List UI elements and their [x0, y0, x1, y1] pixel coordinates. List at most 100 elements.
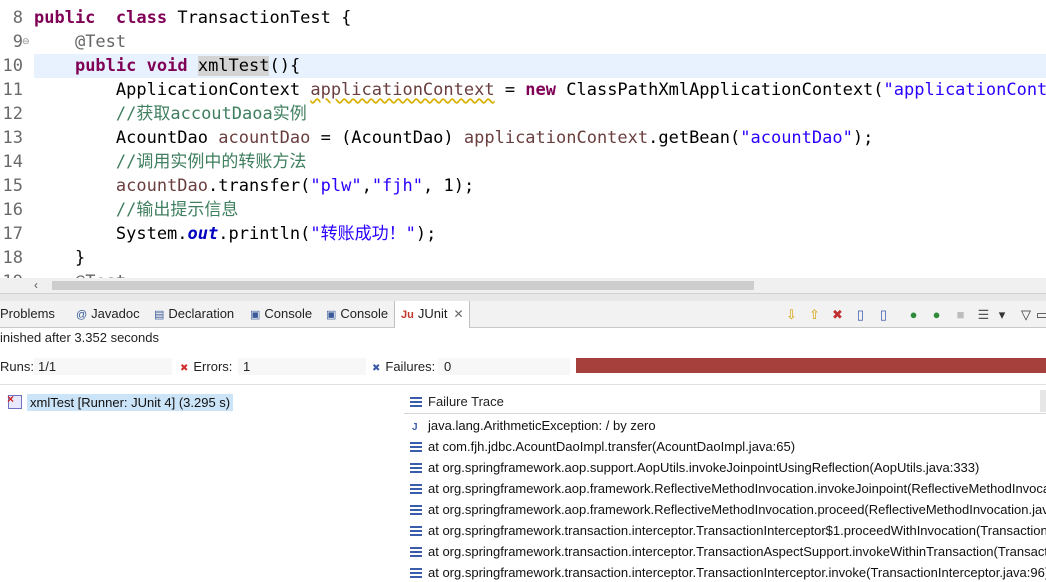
minimize-icon[interactable]: ▭ [1036, 306, 1046, 323]
code-token: xmlTest [197, 56, 270, 76]
code-token: acountDao [115, 176, 209, 196]
tab-console[interactable]: ▣ Console [320, 301, 390, 327]
fold-toggle-icon[interactable]: ⊖ [22, 30, 30, 54]
stack-frame-text: at org.springframework.transaction.inter… [428, 565, 1046, 580]
line-number: 15 [2, 176, 23, 196]
stack-frame-icon [410, 484, 422, 494]
errors-label: Errors: [193, 359, 233, 374]
code-token: .transfer( [208, 176, 311, 196]
line-number-gutter: 89⊖10111213141516171819⊖ [0, 0, 32, 278]
scrollbar-thumb[interactable] [52, 281, 754, 290]
code-line[interactable]: public void xmlTest(){ [34, 54, 300, 78]
code-token: TransactionTest { [167, 8, 352, 28]
rerun-icon[interactable]: ● [905, 306, 922, 323]
code-token: , [361, 176, 372, 196]
history-dropdown-icon[interactable]: ▾ [997, 306, 1007, 323]
tab-console[interactable]: ▣ Console [244, 301, 316, 327]
code-token: //获取accoutDaoa实例 [115, 104, 307, 124]
previous-failure-icon[interactable]: ⇧ [806, 306, 823, 323]
console-icon: ▣ [250, 309, 261, 321]
tab-problems[interactable]: ⚠Problems [0, 301, 66, 327]
code-token: public [74, 56, 137, 76]
code-token: "plw" [310, 176, 362, 196]
show-failures-only-icon[interactable]: ✖ [829, 306, 846, 323]
tab-label: Console [340, 306, 389, 321]
code-line[interactable]: //输出提示信息 [34, 198, 238, 222]
test-tree-item[interactable]: xmlTest [Runner: JUnit 4] (3.295 s) [7, 390, 234, 412]
code-line[interactable]: //获取accoutDaoa实例 [34, 102, 307, 126]
code-line[interactable]: } [34, 246, 85, 270]
stop-icon[interactable]: ■ [952, 306, 969, 323]
line-number: 9 [12, 32, 23, 52]
code-token: "applicationContext.xml" [883, 80, 1046, 100]
tab-label: Console [264, 306, 313, 321]
code-line[interactable]: @Test [34, 30, 126, 54]
code-token: "fjh" [371, 176, 423, 196]
show-skipped-icon[interactable]: ▯ [875, 306, 892, 323]
console-icon: ▣ [326, 309, 337, 321]
code-line[interactable]: System.out.println("转账成功！"); [34, 222, 436, 246]
stack-frame-text: at org.springframework.aop.framework.Ref… [428, 481, 1046, 496]
code-token: @Test [74, 32, 127, 52]
stack-frame-text: at org.springframework.transaction.inter… [428, 523, 1046, 538]
code-token: acountDao [218, 128, 311, 148]
line-number: 16 [2, 200, 23, 220]
code-line[interactable]: ApplicationContext applicationContext = … [34, 78, 1046, 102]
code-line[interactable]: AcountDao acountDao = (AcountDao) applic… [34, 126, 873, 150]
failure-trace-pane[interactable]: Failure Trace Jjava.lang.ArithmeticExcep… [404, 390, 1046, 582]
stack-frame-row[interactable]: at com.fjh.jdbc.AcountDaoImpl.transfer(A… [404, 436, 1046, 457]
view-menu-icon[interactable]: ▽ [1021, 306, 1031, 323]
line-number: 17 [2, 224, 23, 244]
stack-frame-row[interactable]: at org.springframework.aop.support.AopUt… [404, 457, 1046, 478]
code-editor[interactable]: 89⊖10111213141516171819⊖ public class Tr… [0, 0, 1046, 278]
stack-frame-row[interactable]: at org.springframework.transaction.inter… [404, 541, 1046, 562]
failure-trace-title: Failure Trace [428, 394, 504, 409]
view-divider[interactable] [0, 293, 1046, 301]
code-token: , 1); [423, 176, 475, 196]
code-token: "转账成功！" [310, 224, 416, 244]
next-failure-icon[interactable]: ⇩ [783, 306, 800, 323]
stack-frame-row[interactable]: at org.springframework.transaction.inter… [404, 520, 1046, 541]
line-number: 8 [12, 8, 23, 28]
exception-icon: J [412, 422, 418, 433]
code-line[interactable]: //调用实例中的转账方法 [34, 150, 306, 174]
code-token: System. [34, 224, 188, 244]
code-line[interactable]: public class TransactionTest { [34, 6, 351, 30]
stack-frame-row[interactable]: at org.springframework.transaction.inter… [404, 562, 1046, 582]
tab-declaration[interactable]: ▤ Declaration [148, 301, 240, 327]
line-number: 19 [0, 270, 23, 278]
stack-frame-text: at org.springframework.aop.support.AopUt… [428, 460, 980, 475]
junit-status-text: inished after 3.352 seconds [0, 330, 159, 345]
trace-vertical-scrollbar[interactable] [1040, 390, 1046, 412]
stack-frame-row[interactable]: at org.springframework.aop.framework.Ref… [404, 499, 1046, 520]
code-line[interactable]: @Test [34, 270, 126, 278]
stack-frame-icon [410, 505, 422, 515]
code-token: public [34, 8, 96, 28]
code-line[interactable]: acountDao.transfer("plw","fjh", 1); [34, 174, 474, 198]
test-tree-item-label: xmlTest [Runner: JUnit 4] (3.295 s) [27, 394, 234, 411]
exception-row[interactable]: Jjava.lang.ArithmeticException: / by zer… [404, 415, 1046, 436]
tab-label: Declaration [168, 306, 235, 321]
failures-value: 0 [444, 359, 452, 374]
code-token: .println( [218, 224, 311, 244]
fold-toggle-icon[interactable]: ⊖ [22, 270, 30, 278]
tab-javadoc[interactable]: @ Javadoc [70, 301, 144, 327]
scroll-lock-icon[interactable]: ▯ [852, 306, 869, 323]
scroll-left-arrow-icon[interactable]: ‹ [34, 278, 38, 293]
line-number: 14 [2, 152, 23, 172]
stack-frame-text: at org.springframework.transaction.inter… [428, 544, 1046, 559]
stack-frame-row[interactable]: at org.springframework.aop.framework.Ref… [404, 478, 1046, 499]
rerun-failed-first-icon[interactable]: ● [928, 306, 945, 323]
code-token: new [525, 80, 557, 100]
close-tab-icon[interactable]: ✕ [453, 307, 463, 321]
history-icon[interactable]: ☰ [975, 306, 992, 323]
editor-horizontal-scrollbar[interactable]: ‹ [0, 278, 1046, 293]
line-number: 12 [2, 104, 23, 124]
tab-junit[interactable]: Ju JUnit ✕ [394, 301, 470, 328]
